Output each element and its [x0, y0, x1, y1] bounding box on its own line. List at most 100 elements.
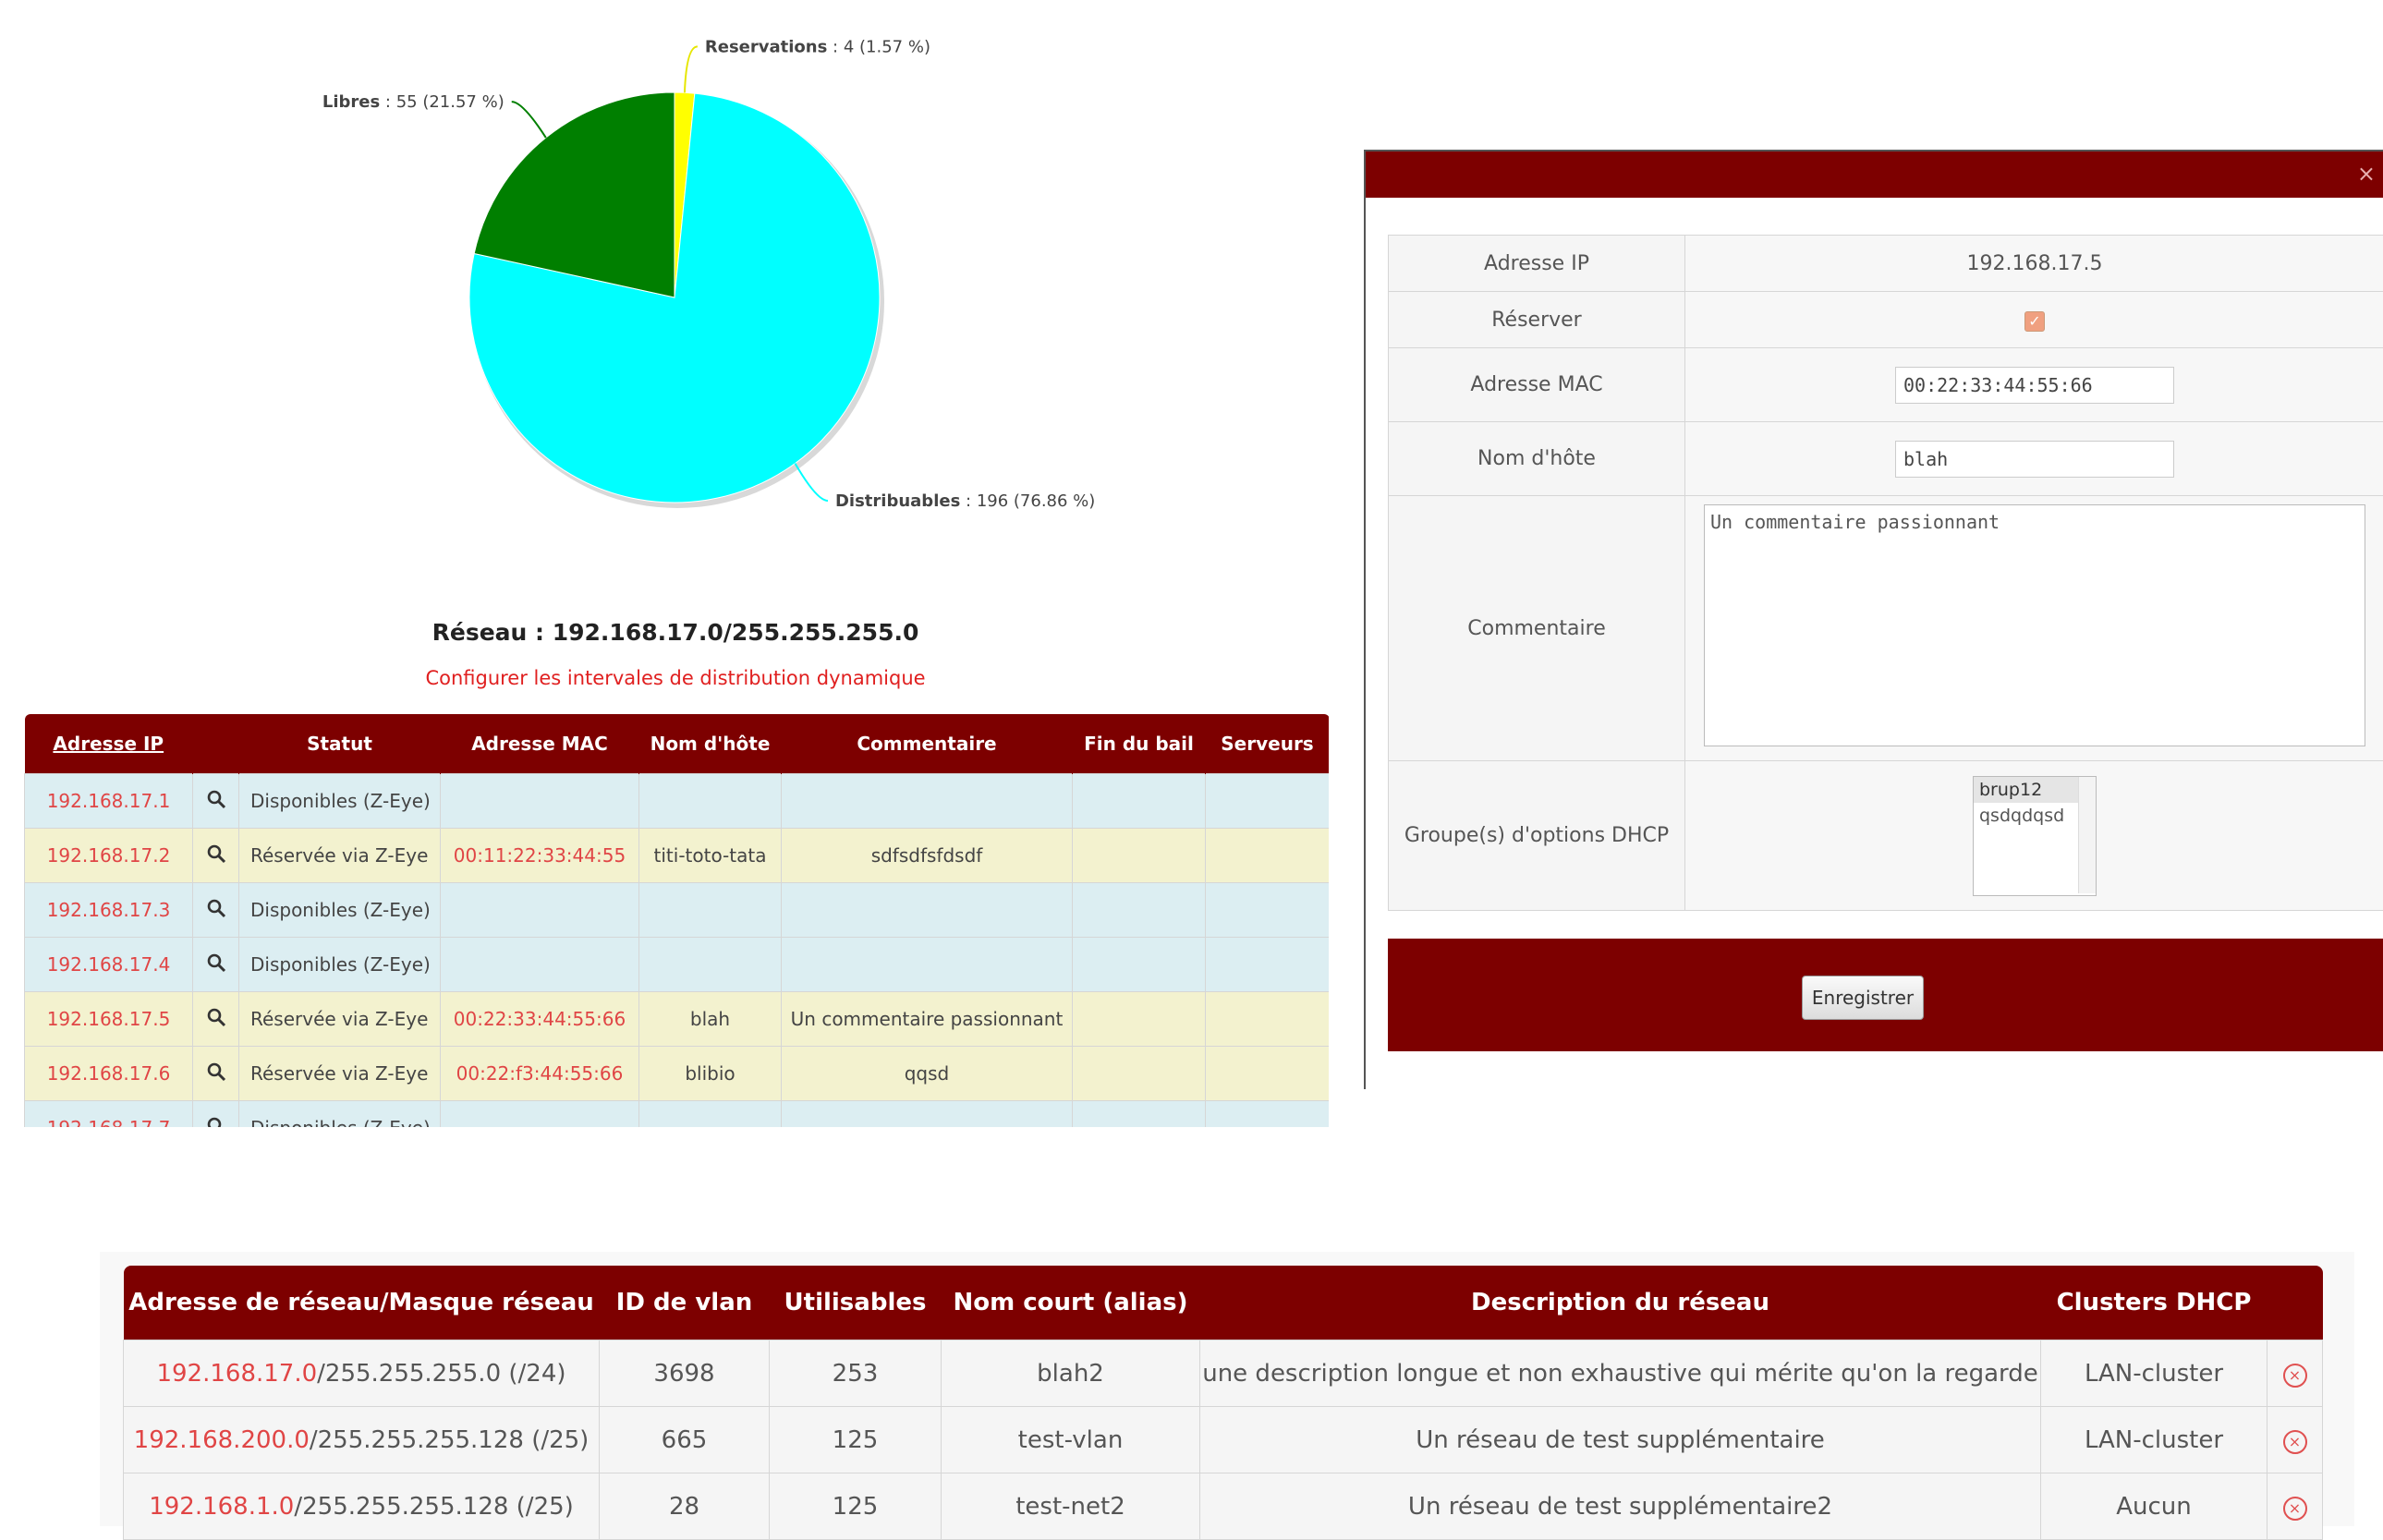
pie-label-name: Distribuables — [835, 491, 960, 511]
dhcp-cluster-cell: LAN-cluster — [2041, 1340, 2267, 1407]
mac-address-input[interactable] — [1895, 367, 2174, 404]
form-row-hostname: Nom d'hôte — [1389, 422, 2383, 496]
dhcp-cluster-cell: LAN-cluster — [2041, 1407, 2267, 1473]
ip-table-row: 192.168.17.5 Réservée via Z-Eye00:22:33:4… — [25, 992, 1330, 1047]
pie-label-name: Reservations — [705, 37, 827, 56]
status-cell: Réservée via Z-Eye — [239, 992, 441, 1047]
mac-cell: 00:22:33:44:55:66 — [441, 992, 639, 1047]
comment-cell: Un commentaire passionnant — [782, 992, 1073, 1047]
pie-label-distribuables: Distribuables : 196 (76.86 %) — [835, 491, 1095, 511]
column-header-lease-end: Fin du bail — [1073, 714, 1206, 774]
close-icon[interactable]: × — [2357, 161, 2376, 187]
servers-cell — [1206, 1101, 1330, 1128]
ip-table-row: 192.168.17.3Disponibles (Z-Eye) — [25, 883, 1330, 938]
delete-icon[interactable]: × — [2283, 1497, 2307, 1521]
servers-cell — [1206, 883, 1330, 938]
delete-icon[interactable]: × — [2283, 1430, 2307, 1454]
column-header-description: Description du réseau — [1200, 1266, 2041, 1340]
pie-leader-libres — [512, 102, 546, 138]
network-address-link[interactable]: 192.168.17.0 — [156, 1360, 317, 1388]
pie-label-separator: : — [960, 491, 977, 511]
network-mask: /255.255.255.128 (/25) — [310, 1426, 589, 1454]
ip-address-table: Adresse IP Statut Adresse MAC Nom d'hôte… — [24, 714, 1329, 1127]
alias-cell: test-net2 — [942, 1473, 1200, 1540]
ip-table-row: 192.168.17.2Réservée via Z-Eye00:11:22:3… — [25, 829, 1330, 883]
comment-textarea[interactable]: Un commentaire passionnant — [1704, 504, 2365, 746]
column-header-vlan-id: ID de vlan — [600, 1266, 770, 1340]
form-row-mac: Adresse MAC — [1389, 348, 2383, 422]
pie-label-value: 55 — [396, 92, 418, 112]
description-cell: Un réseau de test supplémentaire2 — [1200, 1473, 2041, 1540]
networks-table: Adresse de réseau/Masque réseau ID de vl… — [123, 1266, 2323, 1540]
save-button[interactable]: Enregistrer — [1802, 976, 1924, 1020]
details-cell — [193, 829, 239, 883]
servers-cell — [1206, 992, 1330, 1047]
reserve-checkbox[interactable]: ✓ — [2024, 311, 2045, 332]
ip-address-link[interactable]: 192.168.17.1 — [25, 774, 193, 829]
delete-cell: × — [2267, 1340, 2323, 1407]
ip-address-link[interactable]: 192.168.17.2 — [25, 829, 193, 883]
search-icon[interactable] — [206, 1007, 226, 1027]
ip-table-container[interactable]: Adresse IP Statut Adresse MAC Nom d'hôte… — [24, 714, 1329, 1127]
column-header-alias: Nom court (alias) — [942, 1266, 1200, 1340]
dhcp-groups-listbox[interactable]: brup12 qsdqdqsd — [1973, 776, 2097, 896]
search-icon[interactable] — [206, 789, 226, 809]
search-icon[interactable] — [206, 952, 226, 973]
vlan-id-cell: 28 — [600, 1473, 770, 1540]
column-header-status: Statut — [239, 714, 441, 774]
pie-label-separator: : — [827, 37, 844, 56]
description-cell: Un réseau de test supplémentaire — [1200, 1407, 2041, 1473]
hostname-cell: blibio — [639, 1047, 782, 1101]
dialog-footer: Enregistrer — [1388, 939, 2383, 1051]
search-icon[interactable] — [206, 1061, 226, 1082]
delete-icon[interactable]: × — [2283, 1364, 2307, 1388]
lease-end-cell — [1073, 829, 1206, 883]
ip-table-row: 192.168.17.7 Disponibles (Z-Eye) — [25, 1101, 1330, 1128]
network-address-link[interactable]: 192.168.200.0 — [134, 1426, 310, 1454]
usable-cell: 125 — [770, 1473, 942, 1540]
dialog-title-bar[interactable]: × — [1366, 152, 2383, 198]
column-header-ip-address[interactable]: Adresse IP — [25, 714, 193, 774]
hostname-input[interactable] — [1895, 441, 2174, 478]
details-cell — [193, 1101, 239, 1128]
details-cell — [193, 992, 239, 1047]
pie-label-separator: : — [380, 92, 396, 112]
hostname-cell — [639, 774, 782, 829]
details-cell — [193, 883, 239, 938]
configure-dynamic-ranges-link[interactable]: Configurer les intervales de distributio… — [0, 667, 1351, 689]
reserve-label: Réserver — [1389, 292, 1685, 348]
search-icon[interactable] — [206, 843, 226, 864]
ip-address-link[interactable]: 192.168.17.6 — [25, 1047, 193, 1101]
search-icon[interactable] — [206, 898, 226, 918]
dhcp-cluster-cell: Aucun — [2041, 1473, 2267, 1540]
network-address-link[interactable]: 192.168.1.0 — [149, 1493, 294, 1521]
status-cell: Réservée via Z-Eye — [239, 829, 441, 883]
search-icon[interactable] — [206, 1116, 226, 1128]
hostname-cell: blah — [639, 992, 782, 1047]
networks-panel: Adresse de réseau/Masque réseau ID de vl… — [100, 1252, 2354, 1526]
column-header-usable: Utilisables — [770, 1266, 942, 1340]
dialog-form: Adresse IP 192.168.17.5 Réserver ✓ Adres… — [1388, 235, 2383, 911]
status-cell: Disponibles (Z-Eye) — [239, 1101, 441, 1128]
ip-address-link[interactable]: 192.168.17.4 — [25, 938, 193, 992]
pie-label-percent: (76.86 %) — [1014, 491, 1095, 511]
delete-cell: × — [2267, 1473, 2323, 1540]
form-row-ip: Adresse IP 192.168.17.5 — [1389, 236, 2383, 292]
ip-address-link[interactable]: 192.168.17.3 — [25, 883, 193, 938]
column-header-mac: Adresse MAC — [441, 714, 639, 774]
column-header-delete — [2267, 1266, 2323, 1340]
listbox-scrollbar[interactable] — [2078, 777, 2096, 893]
comment-label: Commentaire — [1389, 496, 1685, 761]
servers-cell — [1206, 774, 1330, 829]
network-row: 192.168.200.0/255.255.255.128 (/25)66512… — [124, 1407, 2323, 1473]
mac-cell — [441, 938, 639, 992]
comment-cell: sdfsdfsfdsdf — [782, 829, 1073, 883]
ip-address-link[interactable]: 192.168.17.5 — [25, 992, 193, 1047]
pie-label-percent: (21.57 %) — [422, 92, 504, 112]
comment-cell — [782, 1101, 1073, 1128]
ip-address-link[interactable]: 192.168.17.7 — [25, 1101, 193, 1128]
usable-cell: 253 — [770, 1340, 942, 1407]
servers-cell — [1206, 829, 1330, 883]
pie-label-value: 196 — [977, 491, 1008, 511]
servers-cell — [1206, 1047, 1330, 1101]
